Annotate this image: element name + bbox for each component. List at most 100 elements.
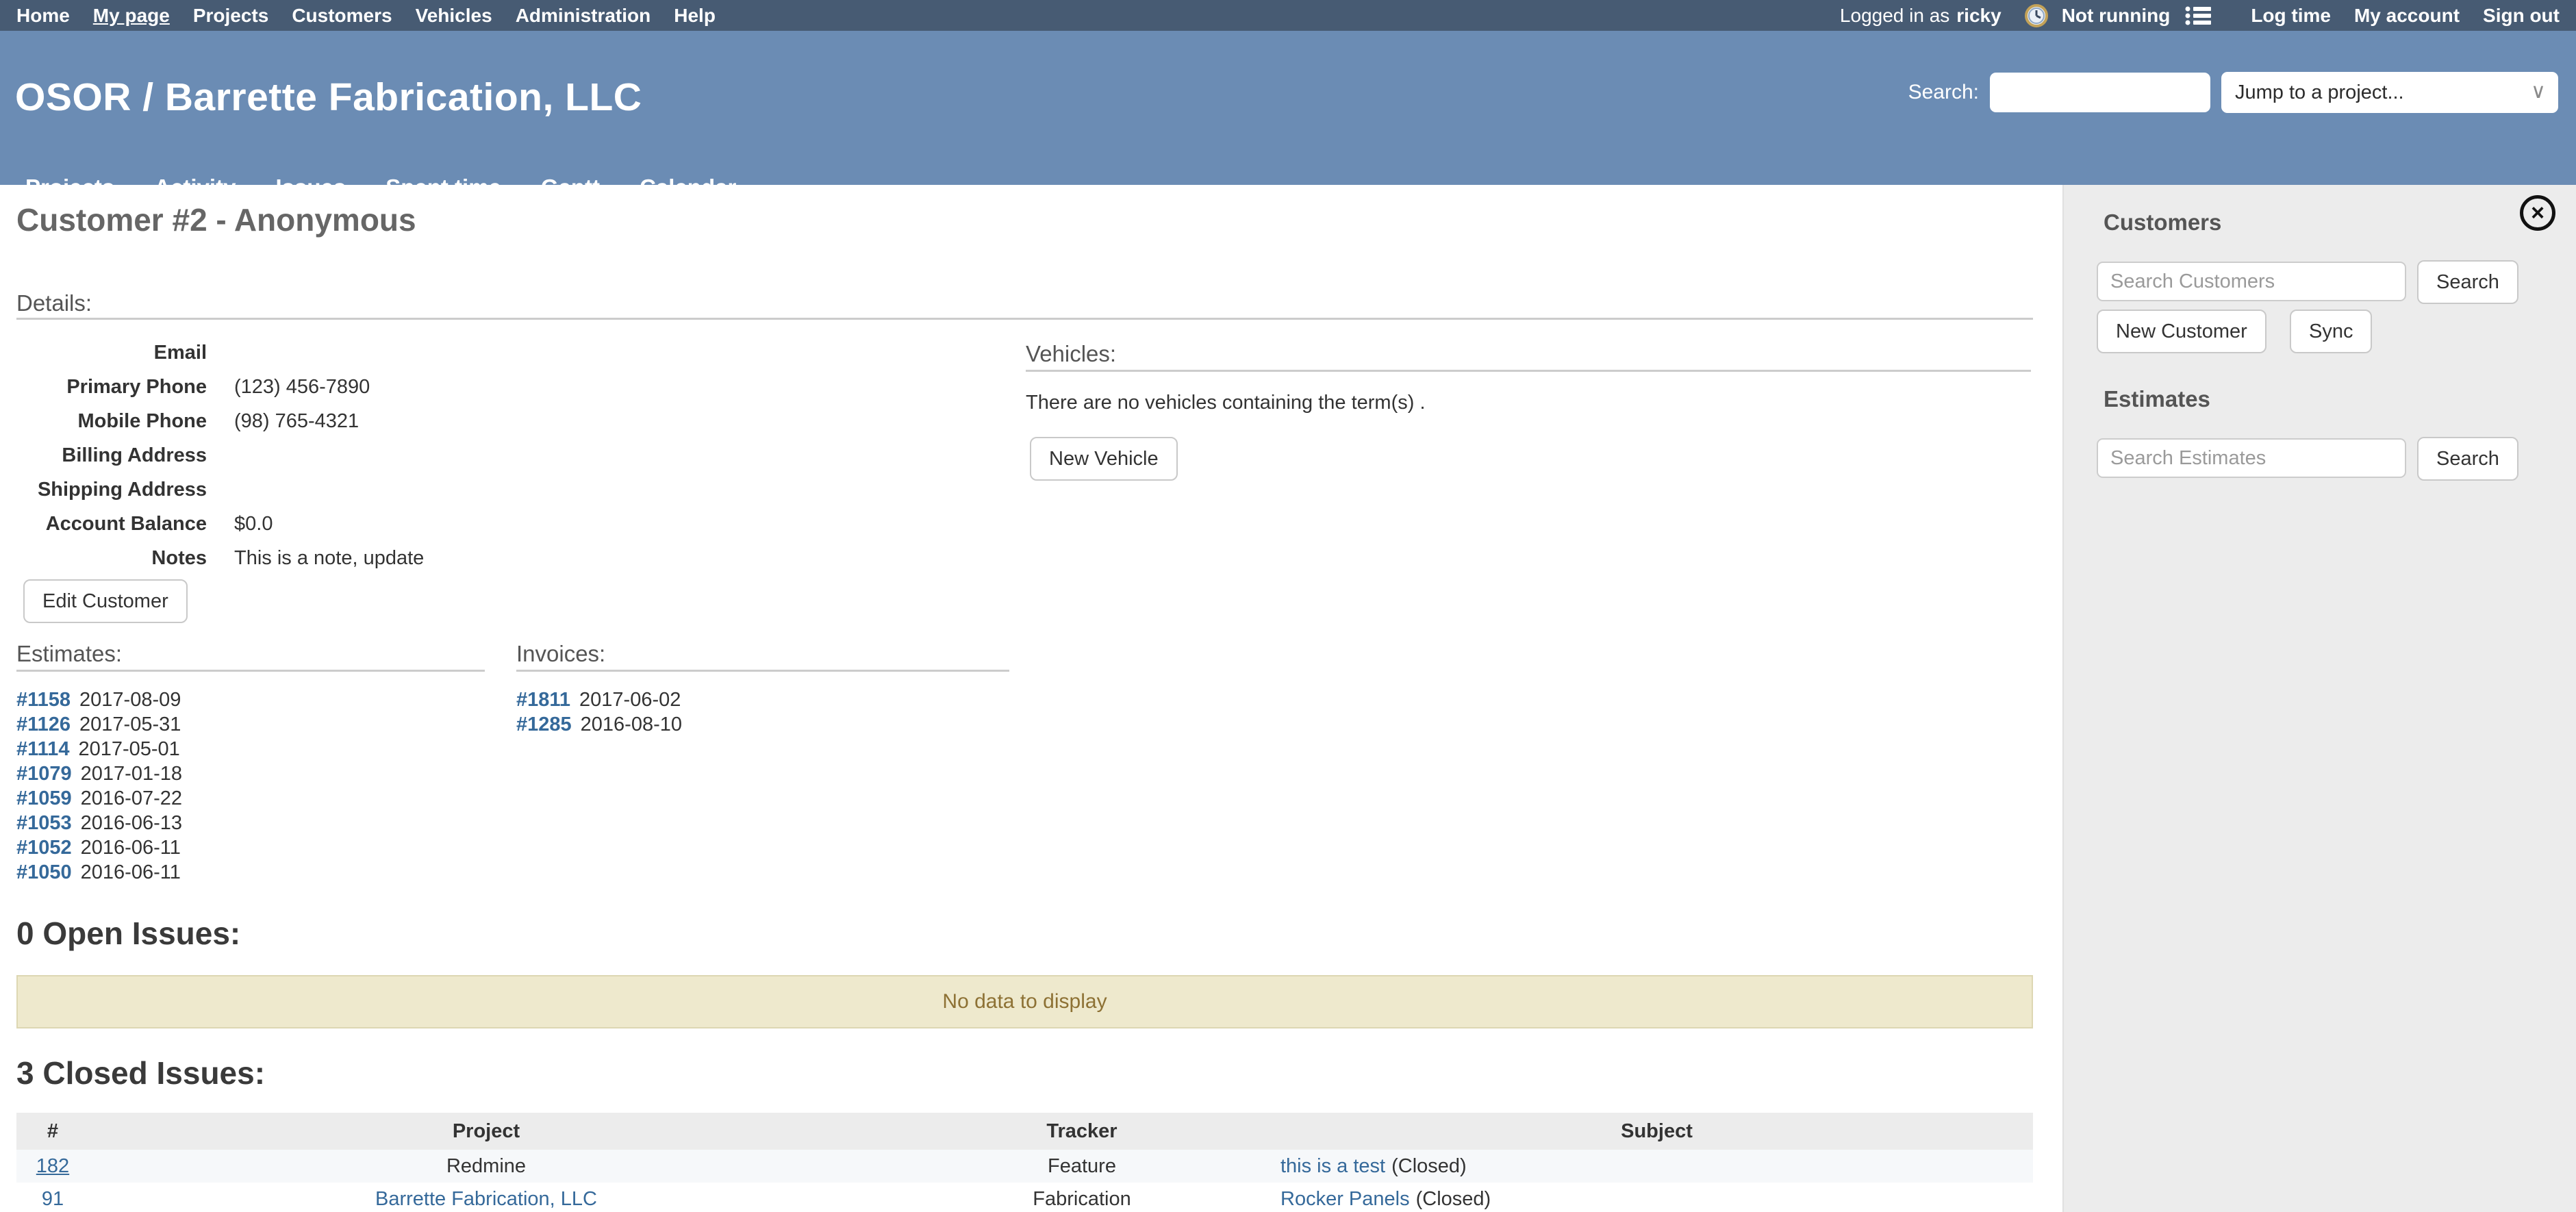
timer-clock-icon	[2025, 4, 2048, 27]
jump-to-project-select[interactable]: Jump to a project...	[2221, 72, 2558, 113]
logged-in-username: ricky	[1956, 5, 2001, 27]
issue-status: (Closed)	[1416, 1188, 1491, 1210]
closed-issues-table: # Project Tracker Subject 182 Redmine Fe…	[16, 1113, 2033, 1212]
invoice-link[interactable]: #1285	[516, 714, 572, 735]
column-header-subject: Subject	[1280, 1113, 2033, 1150]
edit-customer-button[interactable]: Edit Customer	[23, 579, 188, 623]
invoices-divider	[516, 670, 1009, 672]
tab-projects[interactable]: Projects	[25, 175, 114, 201]
top-menu-projects[interactable]: Projects	[193, 5, 269, 27]
top-menu-customers[interactable]: Customers	[292, 5, 392, 27]
estimate-date: 2016-06-13	[81, 812, 182, 834]
field-value-mobile-phone: (98) 765-4321	[234, 404, 645, 438]
tab-issues[interactable]: Issues	[275, 175, 346, 201]
field-label-mobile-phone: Mobile Phone	[16, 404, 207, 438]
new-customer-button[interactable]: New Customer	[2097, 310, 2266, 353]
estimate-date: 2016-07-22	[81, 787, 182, 809]
field-label-shipping-address: Shipping Address	[16, 472, 207, 507]
list-item: #1811 2017-06-02	[516, 687, 682, 712]
close-icon[interactable]: ×	[2520, 195, 2555, 231]
timer-status: Not running	[2062, 5, 2171, 27]
top-menu-right: Logged in as ricky Not running Log time …	[1840, 4, 2560, 27]
estimate-link[interactable]: #1059	[16, 787, 72, 809]
estimates-list: #1158 2017-08-09 #11262017-05-31 #1114 201…	[16, 687, 182, 885]
top-menu-vehicles[interactable]: Vehicles	[416, 5, 492, 27]
log-time-link[interactable]: Log time	[2251, 5, 2331, 27]
search-estimates-input[interactable]	[2097, 438, 2406, 478]
sign-out-link[interactable]: Sign out	[2483, 5, 2560, 27]
logged-in-label: Logged in as	[1840, 5, 1949, 27]
column-header-project: Project	[89, 1113, 883, 1150]
field-label-notes: Notes	[16, 541, 207, 575]
vehicles-empty-message: There are no vehicles containing the ter…	[1026, 392, 1426, 414]
invoice-link[interactable]: #1811	[516, 689, 570, 711]
estimate-link[interactable]: #1053	[16, 812, 72, 834]
invoices-list: #1811 2017-06-02 #1285 2016-08-10	[516, 687, 682, 737]
sidebar-customers-heading: Customers	[2104, 210, 2221, 236]
top-menu-administration[interactable]: Administration	[516, 5, 651, 27]
field-value-email	[234, 336, 645, 370]
list-item: #1079 2017-01-18	[16, 761, 182, 786]
header-search-input[interactable]	[1990, 73, 2210, 112]
top-menu-my-page[interactable]: My page	[93, 5, 170, 27]
my-account-link[interactable]: My account	[2354, 5, 2460, 27]
invoice-date: 2016-08-10	[581, 714, 682, 735]
new-vehicle-button[interactable]: New Vehicle	[1030, 437, 1178, 481]
issue-id-link[interactable]: 91	[42, 1188, 64, 1210]
tab-gantt[interactable]: Gantt	[541, 175, 600, 201]
tab-activity[interactable]: Activity	[154, 175, 236, 201]
column-header-tracker: Tracker	[883, 1113, 1280, 1150]
no-data-banner: No data to display	[16, 975, 2033, 1028]
search-customers-button[interactable]: Search	[2417, 260, 2518, 304]
list-item: #1052 2016-06-11	[16, 835, 182, 860]
sync-button[interactable]: Sync	[2290, 310, 2372, 353]
field-label-account-balance: Account Balance	[16, 507, 207, 541]
estimate-date: 2016-06-11	[81, 837, 181, 859]
estimate-link[interactable]: #1126	[16, 714, 71, 735]
main-menu-tabs: Projects Activity Issues Spent time Gant…	[25, 175, 736, 201]
time-entries-list-icon[interactable]	[2185, 5, 2212, 27]
list-item: #1050 2016-06-11	[16, 860, 182, 885]
list-item: #1059 2016-07-22	[16, 786, 182, 811]
issue-tracker: Fabrication	[1033, 1188, 1131, 1210]
list-item: #1053 2016-06-13	[16, 811, 182, 835]
estimate-date: 2017-01-18	[81, 763, 182, 785]
tab-calendar[interactable]: Calendar	[640, 175, 736, 201]
search-label: Search:	[1908, 81, 1979, 104]
issue-subject-link[interactable]: this is a test	[1280, 1155, 1385, 1177]
search-customers-input[interactable]	[2097, 262, 2406, 301]
table-row: 182 Redmine Feature this is a test(Close…	[16, 1150, 2033, 1183]
tab-spent-time[interactable]: Spent time	[386, 175, 501, 201]
search-estimates-button[interactable]: Search	[2417, 437, 2518, 481]
estimate-link[interactable]: #1114	[16, 738, 69, 760]
invoice-date: 2017-06-02	[579, 689, 681, 711]
column-header-id: #	[16, 1113, 89, 1150]
estimate-link[interactable]: #1050	[16, 861, 72, 883]
issue-subject-link[interactable]: Rocker Panels	[1280, 1188, 1410, 1210]
vehicles-divider	[1026, 370, 2031, 372]
details-divider	[16, 318, 2033, 320]
list-item: #1114 2017-05-01	[16, 737, 182, 761]
open-issues-heading: 0 Open Issues:	[16, 915, 240, 952]
issue-tracker: Feature	[1048, 1155, 1116, 1177]
table-header-row: # Project Tracker Subject	[16, 1113, 2033, 1150]
field-value-primary-phone: (123) 456-7890	[234, 370, 645, 404]
top-menu-home[interactable]: Home	[16, 5, 70, 27]
estimate-link[interactable]: #1052	[16, 837, 72, 859]
estimate-date: 2016-06-11	[81, 861, 181, 883]
top-menu-bar: Home My page Projects Customers Vehicles…	[0, 0, 2576, 31]
estimate-link[interactable]: #1079	[16, 763, 72, 785]
estimate-date: 2017-08-09	[79, 689, 181, 711]
header-search-area: Search: Jump to a project... ∨	[1908, 72, 2558, 113]
top-menu-help[interactable]: Help	[674, 5, 716, 27]
sidebar-estimates-heading: Estimates	[2104, 386, 2210, 412]
field-value-shipping-address	[234, 472, 645, 507]
list-item: #11262017-05-31	[16, 712, 182, 737]
details-heading: Details:	[16, 290, 92, 316]
top-menu-left: Home My page Projects Customers Vehicles…	[16, 5, 716, 27]
issue-project: Redmine	[446, 1155, 526, 1177]
issue-id-link[interactable]: 182	[36, 1155, 69, 1177]
estimate-date: 2017-05-01	[78, 738, 179, 760]
issue-project-link[interactable]: Barrette Fabrication, LLC	[375, 1188, 597, 1210]
estimate-link[interactable]: #1158	[16, 689, 71, 711]
